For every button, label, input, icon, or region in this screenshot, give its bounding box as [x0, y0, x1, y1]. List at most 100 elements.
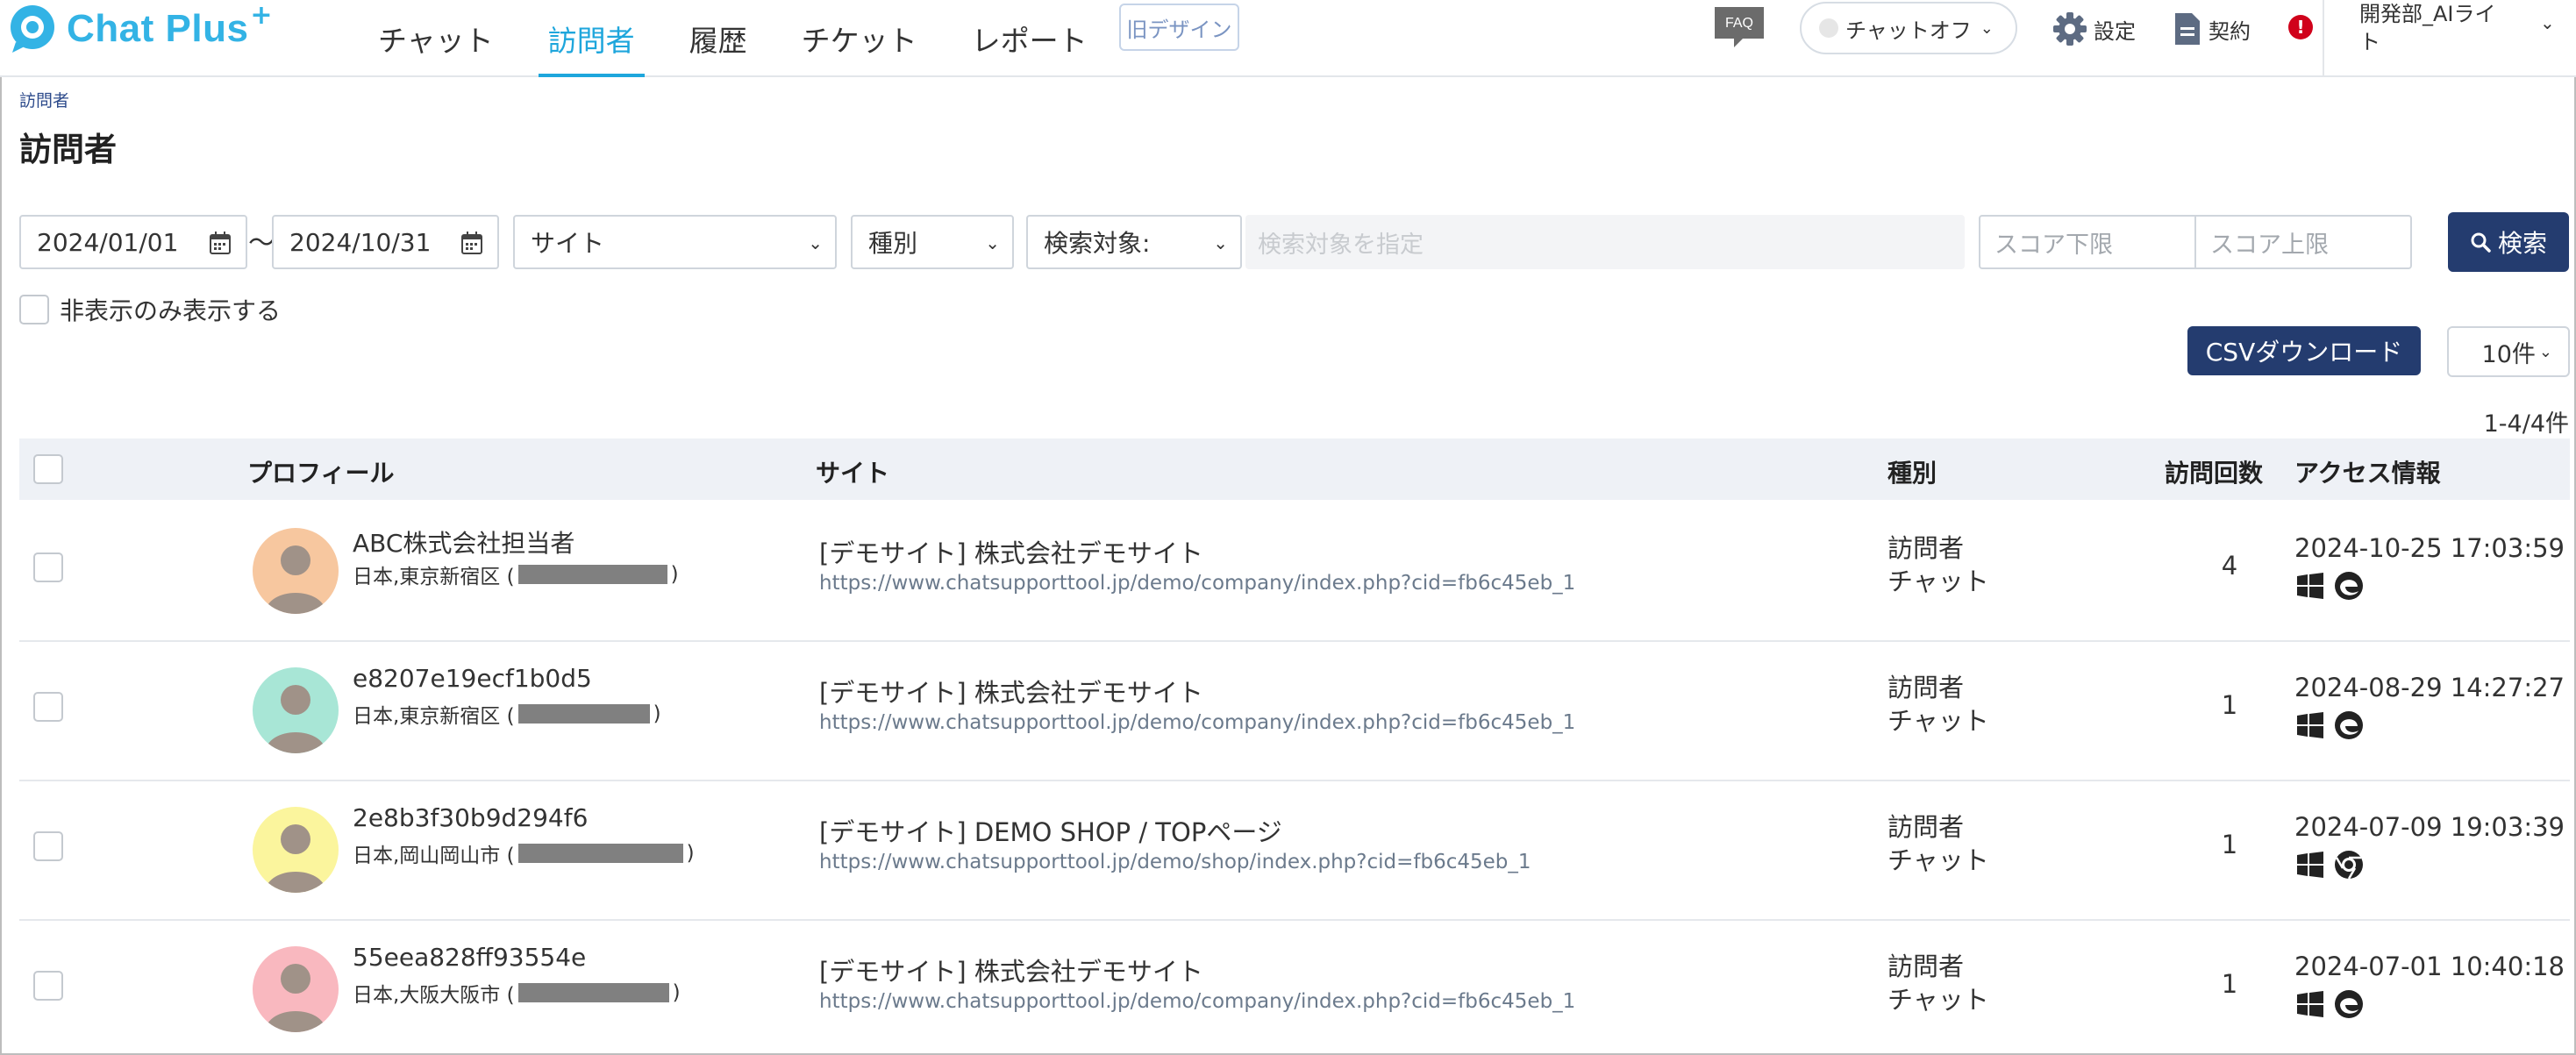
status-dot-icon [1819, 18, 1838, 38]
location-close: ) [672, 981, 681, 1004]
site-name: [デモサイト] 株式会社デモサイト [819, 678, 1203, 708]
site-url[interactable]: https://www.chatsupporttool.jp/demo/shop… [819, 851, 1531, 873]
access-time: 2024-07-09 19:03:39 [2294, 812, 2565, 842]
chat-bubble-logo-icon [11, 5, 54, 53]
date-from-input[interactable]: 2024/01/01 [19, 215, 247, 269]
location-close: ) [653, 702, 661, 725]
site-select[interactable]: サイト ⌄ [513, 215, 837, 269]
kind-cell: 訪問者 チャット [1887, 810, 1989, 877]
settings-button[interactable]: 設定 [2052, 9, 2136, 49]
user-name-line2: ト [2359, 30, 2380, 54]
avatar[interactable] [253, 807, 339, 893]
header-kind[interactable]: 種別 [1887, 454, 1937, 489]
nav-chat[interactable]: チャット [351, 0, 521, 77]
nav-history[interactable]: 履歴 [662, 0, 774, 77]
kind-select[interactable]: 種別 ⌄ [851, 215, 1014, 269]
nav-visitors[interactable]: 訪問者 [521, 0, 662, 77]
faq-label: FAQ [1725, 16, 1753, 31]
row-checkbox[interactable] [33, 831, 63, 861]
result-count: 1-4/4件 [2483, 410, 2569, 438]
access-time: 2024-08-29 14:27:27 [2294, 673, 2565, 702]
hidden-only-filter[interactable]: 非表示のみ表示する [19, 292, 281, 327]
hidden-only-checkbox[interactable] [19, 295, 49, 324]
search-target-input[interactable]: 検索対象を指定 [1245, 215, 1965, 269]
old-design-button[interactable]: 旧デザイン [1119, 4, 1239, 51]
kind-visitor: 訪問者 [1887, 673, 1965, 702]
nav-reports[interactable]: レポート [945, 0, 1115, 77]
contract-label: 契約 [2209, 18, 2251, 44]
visitor-name[interactable]: 2e8b3f30b9d294f6 [353, 803, 588, 832]
location-text: 日本,岡山岡山市 ( [353, 845, 515, 867]
logo-plus: + [250, 0, 273, 31]
row-checkbox[interactable] [33, 971, 63, 1001]
visitor-name[interactable]: e8207e19ecf1b0d5 [353, 664, 592, 693]
search-icon [2471, 232, 2491, 253]
access-time: 2024-10-25 17:03:59 [2294, 533, 2565, 563]
site-url[interactable]: https://www.chatsupporttool.jp/demo/comp… [819, 572, 1575, 595]
location-text: 日本,東京新宿区 ( [353, 566, 515, 588]
user-menu[interactable]: 開発部_AIライ ト [2359, 0, 2561, 56]
header-access[interactable]: アクセス情報 [2294, 454, 2441, 489]
search-target-select[interactable]: 検索対象: ⌄ [1026, 215, 1242, 269]
header-profile[interactable]: プロフィール [247, 454, 394, 489]
windows-icon [2297, 712, 2323, 738]
avatar[interactable] [253, 528, 339, 614]
search-button[interactable]: 検索 [2448, 212, 2569, 272]
main-nav: チャット 訪問者 履歴 チケット レポート [351, 0, 1115, 77]
page-title: 訪問者 [19, 131, 117, 168]
chevron-down-icon: ⌄ [808, 232, 823, 253]
chat-plus-logo[interactable]: Chat Plus + [7, 0, 273, 54]
csv-download-button[interactable]: CSVダウンロード [2187, 326, 2421, 375]
header-site[interactable]: サイト [816, 454, 889, 489]
windows-icon [2297, 573, 2323, 599]
chat-status-toggle[interactable]: チャットオフ ⌄ [1800, 2, 2017, 54]
kind-chat: チャット [1887, 845, 1989, 875]
site-url[interactable]: https://www.chatsupporttool.jp/demo/comp… [819, 990, 1575, 1013]
avatar[interactable] [253, 946, 339, 1032]
visitor-location: 日本,岡山岡山市 ( ) [353, 838, 695, 868]
chrome-icon [2335, 851, 2363, 880]
header-visits[interactable]: 訪問回数 [2165, 454, 2263, 489]
access-time: 2024-07-01 10:40:18 [2294, 952, 2565, 981]
site-url[interactable]: https://www.chatsupporttool.jp/demo/comp… [819, 711, 1575, 734]
table-header: プロフィール サイト 種別 訪問回数 アクセス情報 [19, 438, 2570, 500]
search-button-label: 検索 [2497, 229, 2547, 258]
kind-chat: チャット [1887, 706, 1989, 736]
access-icons [2296, 988, 2365, 1020]
table-row[interactable]: e8207e19ecf1b0d5 日本,東京新宿区 ( ) [デモサイト] 株式… [19, 641, 2570, 781]
alert-icon[interactable]: ! [2288, 15, 2313, 39]
nav-tickets[interactable]: チケット [774, 0, 945, 77]
calendar-icon[interactable] [460, 231, 483, 255]
avatar[interactable] [253, 667, 339, 753]
contract-button[interactable]: 契約 [2173, 9, 2251, 49]
select-all-checkbox[interactable] [33, 454, 63, 484]
kind-cell: 訪問者 チャット [1887, 531, 1989, 598]
visitor-name[interactable]: 55eea828ff93554e [353, 943, 586, 972]
kind-select-value: 種別 [868, 229, 918, 258]
score-min-input[interactable]: スコア下限 [1980, 217, 2196, 267]
kind-visitor: 訪問者 [1887, 952, 1965, 981]
date-range-separator: ～ [248, 228, 275, 259]
user-menu-chevron-icon[interactable]: ⌄ [2540, 12, 2555, 33]
kind-cell: 訪問者 チャット [1887, 671, 1989, 738]
row-checkbox[interactable] [33, 552, 63, 582]
person-icon [253, 807, 339, 893]
edge-icon [2335, 711, 2363, 739]
table-row[interactable]: 55eea828ff93554e 日本,大阪大阪市 ( ) [デモサイト] 株式… [19, 920, 2570, 1055]
calendar-icon[interactable] [209, 231, 232, 255]
faq-icon[interactable]: FAQ [1713, 5, 1766, 49]
chevron-down-icon: ⌄ [2538, 342, 2552, 361]
per-page-select[interactable]: 10件 ⌄ [2447, 326, 2570, 377]
visitor-name[interactable]: ABC株式会社担当者 [353, 524, 574, 560]
table-row[interactable]: 2e8b3f30b9d294f6 日本,岡山岡山市 ( ) [デモサイト] DE… [19, 781, 2570, 921]
score-max-input[interactable]: スコア上限 [2196, 217, 2410, 267]
redacted-ip [517, 565, 667, 584]
location-close: ) [670, 563, 679, 586]
table-row[interactable]: ABC株式会社担当者 日本,東京新宿区 ( ) [デモサイト] 株式会社デモサイ… [19, 502, 2570, 642]
settings-label: 設定 [2094, 18, 2136, 44]
row-checkbox[interactable] [33, 692, 63, 722]
redacted-ip [517, 704, 650, 724]
date-to-input[interactable]: 2024/10/31 [272, 215, 499, 269]
date-from-value: 2024/01/01 [37, 227, 179, 257]
breadcrumb[interactable]: 訪問者 [19, 88, 69, 111]
